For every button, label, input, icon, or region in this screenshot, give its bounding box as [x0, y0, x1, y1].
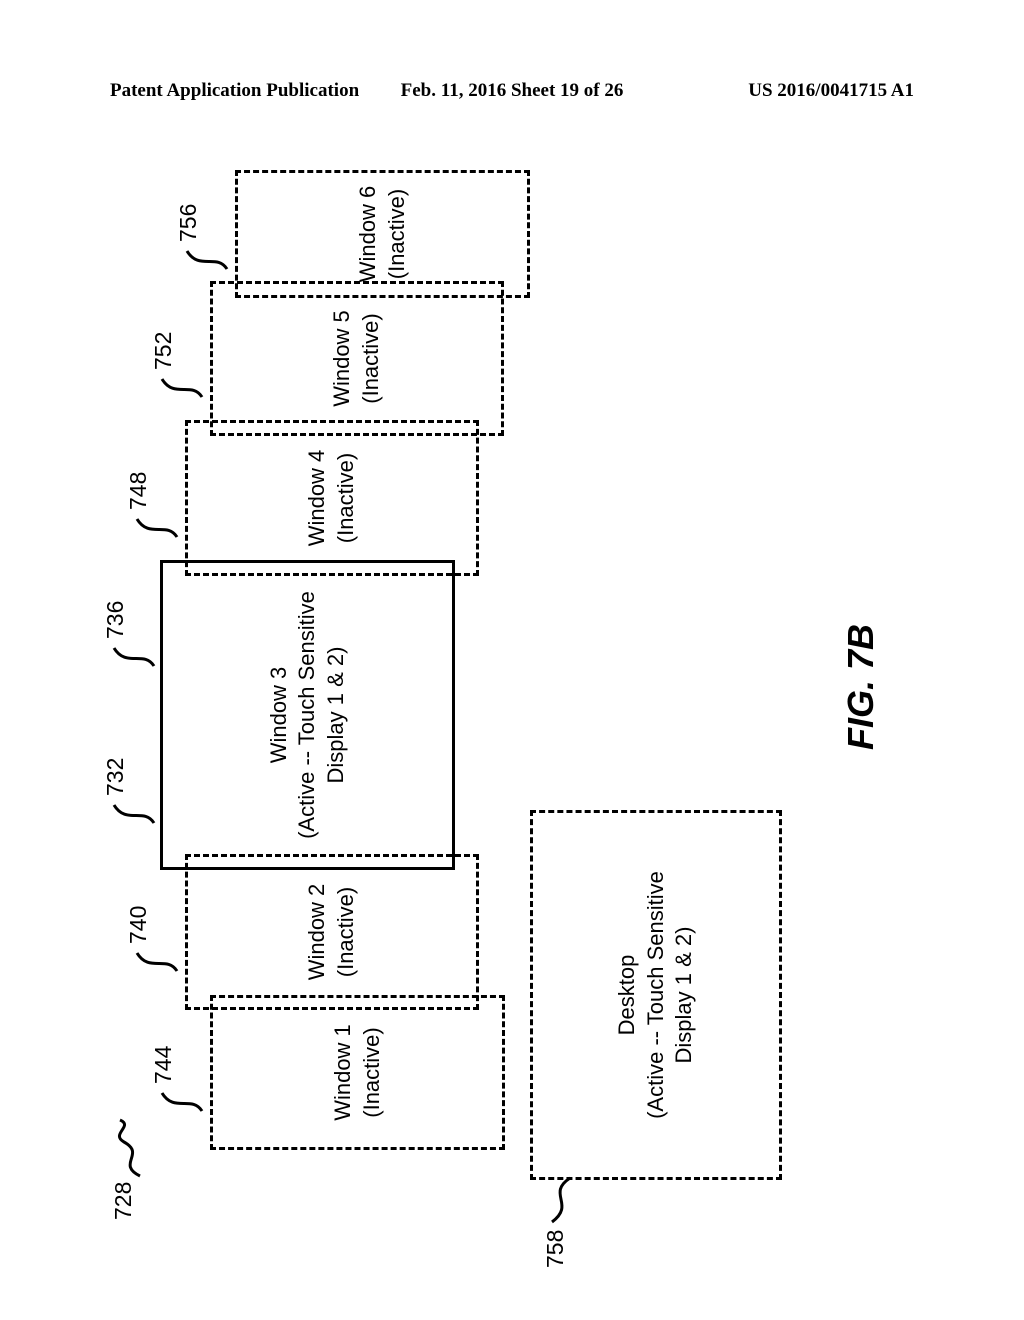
- window-6: Window 6 (Inactive): [235, 170, 530, 298]
- desktop-box: Desktop (Active -- Touch Sensitive Displ…: [530, 810, 782, 1180]
- callout-icon: [183, 239, 233, 273]
- window-5-label: Window 5 (Inactive): [328, 310, 385, 407]
- window-1-label: Window 1 (Inactive): [329, 1024, 386, 1121]
- callout-icon: [133, 941, 183, 975]
- window-6-label: Window 6 (Inactive): [354, 186, 411, 283]
- header-center: Feb. 11, 2016 Sheet 19 of 26: [378, 80, 646, 102]
- lead-752: 752: [150, 332, 177, 370]
- callout-icon: [542, 1174, 576, 1234]
- lead-756: 756: [175, 204, 202, 242]
- desktop-label: Desktop (Active -- Touch Sensitive Displ…: [613, 871, 699, 1119]
- patent-page: Patent Application Publication Feb. 11, …: [0, 0, 1024, 1320]
- page-header: Patent Application Publication Feb. 11, …: [110, 80, 914, 102]
- window-4-label: Window 4 (Inactive): [303, 450, 360, 547]
- lead-728: 728: [110, 1182, 137, 1220]
- window-2: Window 2 (Inactive): [185, 854, 479, 1010]
- figure-rotated: 728 Window 1 (Inactive) 744 Window 2 (In…: [110, 170, 914, 1220]
- lead-736: 736: [102, 601, 129, 639]
- callout-icon: [110, 793, 160, 827]
- lead-740: 740: [125, 906, 152, 944]
- window-5: Window 5 (Inactive): [210, 281, 504, 436]
- window-3-active: Window 3 (Active -- Touch Sensitive Disp…: [160, 560, 455, 870]
- header-left: Patent Application Publication: [110, 80, 378, 102]
- figure-wrapper: 728 Window 1 (Inactive) 744 Window 2 (In…: [110, 170, 914, 1220]
- callout-icon: [133, 507, 183, 541]
- callout-icon: [158, 1081, 208, 1115]
- lead-744: 744: [150, 1046, 177, 1084]
- figure-caption: FIG. 7B: [840, 624, 882, 750]
- lead-732: 732: [102, 758, 129, 796]
- window-3-label: Window 3 (Active -- Touch Sensitive Disp…: [265, 591, 351, 839]
- window-4: Window 4 (Inactive): [185, 420, 479, 576]
- callout-icon: [110, 636, 160, 670]
- squiggle-icon: [112, 1118, 146, 1178]
- lead-748: 748: [125, 472, 152, 510]
- header-right: US 2016/0041715 A1: [646, 80, 914, 102]
- window-1: Window 1 (Inactive): [210, 995, 505, 1150]
- lead-758: 758: [542, 1230, 569, 1268]
- window-2-label: Window 2 (Inactive): [303, 884, 360, 981]
- callout-icon: [158, 367, 208, 401]
